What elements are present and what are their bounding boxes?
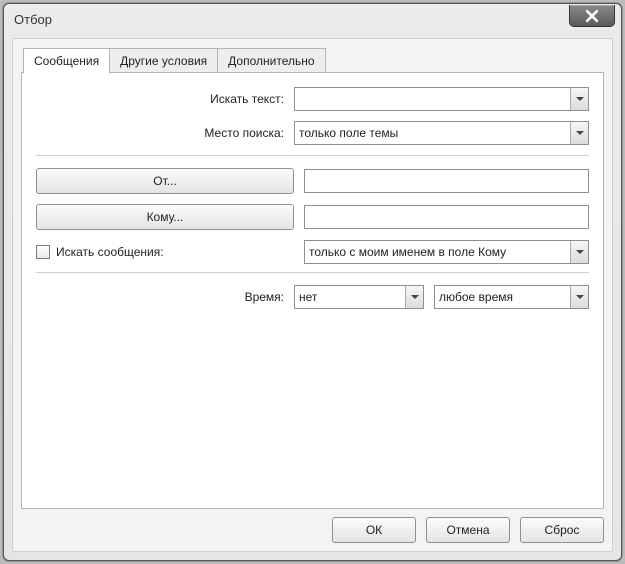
chevron-down-icon [576, 129, 584, 137]
ok-button[interactable]: ОК [332, 517, 416, 543]
close-button[interactable] [569, 5, 615, 27]
row-search-text: Искать текст: [36, 87, 589, 111]
chevron-down-icon [411, 293, 419, 301]
row-from: От... [36, 168, 589, 194]
search-text-combo[interactable] [294, 87, 589, 111]
tab-other-conditions[interactable]: Другие условия [109, 48, 218, 74]
name-scope-dropdown-button[interactable] [570, 241, 588, 263]
time-range-dropdown-button[interactable] [570, 286, 588, 308]
to-input[interactable] [304, 205, 589, 229]
chevron-down-icon [576, 95, 584, 103]
to-button[interactable]: Кому... [36, 204, 294, 230]
tab-bar: Сообщения Другие условия Дополнительно [21, 47, 604, 73]
name-scope-combo[interactable]: только с моим именем в поле Кому [304, 240, 589, 264]
separator-1 [36, 155, 589, 156]
time-when-dropdown-button[interactable] [405, 286, 423, 308]
time-range-value: любое время [439, 290, 568, 304]
time-when-value: нет [299, 290, 403, 304]
time-when-combo[interactable]: нет [294, 285, 424, 309]
titlebar: Отбор [4, 4, 621, 34]
from-button[interactable]: От... [36, 168, 294, 194]
from-input[interactable] [304, 169, 589, 193]
window-title: Отбор [14, 12, 569, 27]
search-in-value: только поле темы [299, 126, 568, 140]
label-search-messages: Искать сообщения: [56, 245, 164, 259]
search-text-dropdown-button[interactable] [570, 88, 588, 110]
chevron-down-icon [576, 293, 584, 301]
cancel-button[interactable]: Отмена [426, 517, 510, 543]
label-search-in: Место поиска: [36, 126, 294, 140]
search-messages-checkbox[interactable] [36, 245, 50, 259]
chevron-down-icon [576, 248, 584, 256]
label-search-text: Искать текст: [36, 92, 294, 106]
tab-additional[interactable]: Дополнительно [217, 48, 325, 74]
reset-button[interactable]: Сброс [520, 517, 604, 543]
name-scope-value: только с моим именем в поле Кому [309, 245, 568, 259]
row-search-messages: Искать сообщения: только с моим именем в… [36, 240, 589, 264]
search-in-dropdown-button[interactable] [570, 122, 588, 144]
client-area: Сообщения Другие условия Дополнительно И… [12, 38, 613, 552]
dialog-footer: ОК Отмена Сброс [21, 509, 604, 543]
close-icon [585, 9, 599, 23]
tab-messages[interactable]: Сообщения [23, 48, 110, 74]
time-range-combo[interactable]: любое время [434, 285, 589, 309]
row-to: Кому... [36, 204, 589, 230]
row-search-in: Место поиска: только поле темы [36, 121, 589, 145]
label-time: Время: [36, 290, 294, 304]
search-in-combo[interactable]: только поле темы [294, 121, 589, 145]
separator-2 [36, 272, 589, 273]
tab-panel-messages: Искать текст: Место поиска: только поле … [21, 72, 604, 509]
dialog-window: Отбор Сообщения Другие условия Дополните… [3, 3, 622, 561]
row-time: Время: нет любое время [36, 285, 589, 309]
